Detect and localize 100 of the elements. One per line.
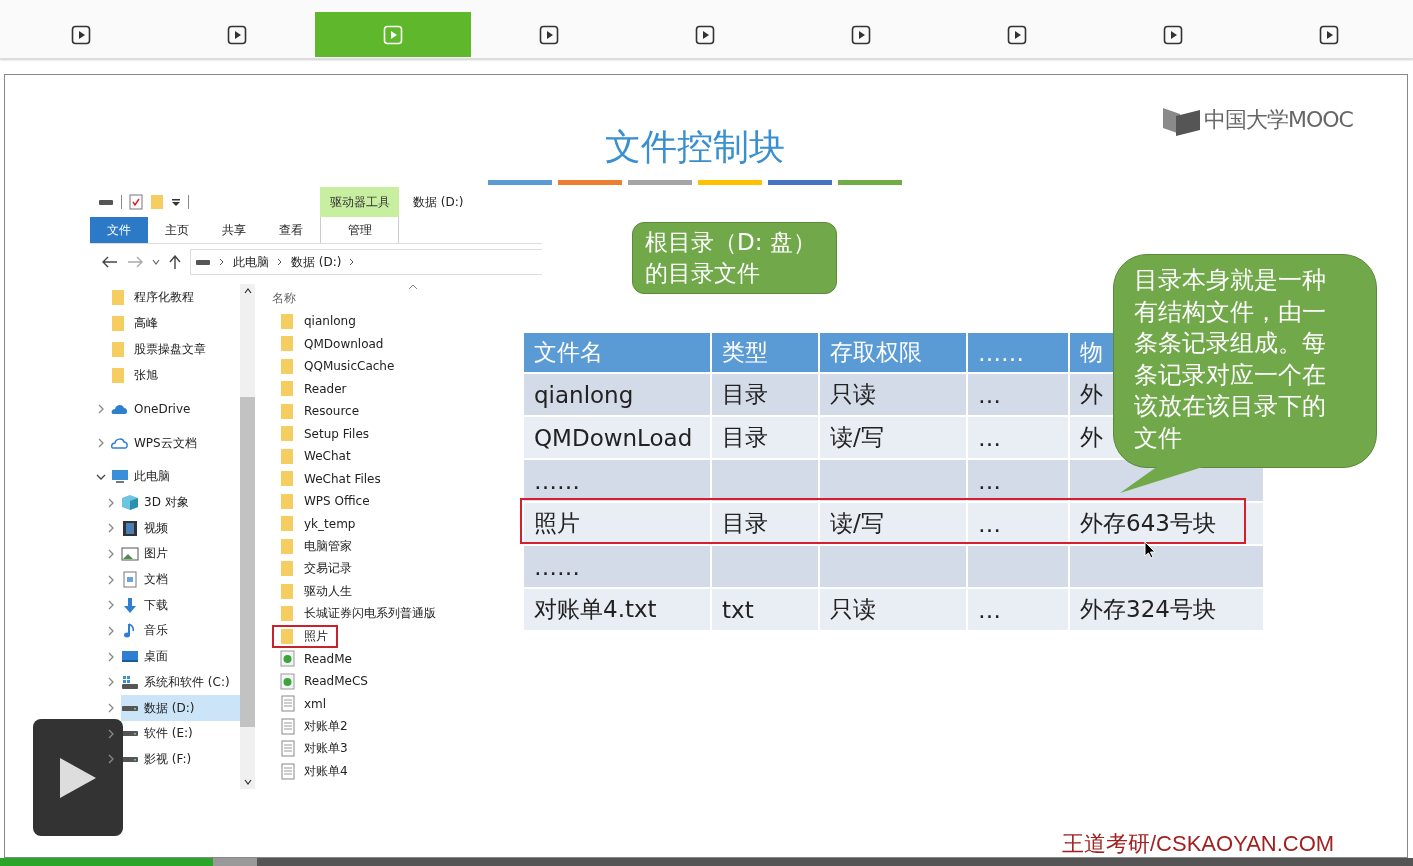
file-item[interactable]: WeChat Files [272, 467, 391, 490]
checklist-icon [129, 194, 143, 210]
nav-item[interactable]: 程序化教程 [111, 284, 240, 310]
breadcrumb[interactable]: 此电脑 [233, 253, 269, 271]
slide-title: 文件控制块 [604, 125, 786, 169]
table-cell: …… [523, 545, 711, 588]
table-cell: 读/写 [819, 416, 967, 459]
chevron-right-icon [349, 258, 356, 266]
film-icon [121, 519, 139, 537]
file-item[interactable]: ReadMeCS [272, 670, 378, 693]
nav-item[interactable]: 数据 (D:) [121, 695, 240, 721]
chevron-right-icon[interactable] [107, 651, 115, 662]
ribbon-tab[interactable]: 查看 [262, 217, 319, 243]
chevron-right-icon[interactable] [107, 497, 115, 508]
up-arrow-icon [169, 255, 181, 269]
table-cell: … [967, 588, 1069, 631]
drive-icon [121, 755, 139, 763]
nav-item[interactable]: 下载 [121, 592, 240, 619]
file-item[interactable]: 交易记录 [272, 557, 362, 580]
chevron-down-icon[interactable] [96, 472, 106, 481]
nav-item[interactable]: 3D 对象 [121, 489, 240, 516]
file-item[interactable]: Resource [272, 400, 370, 423]
nav-item[interactable]: 高峰 [111, 310, 240, 336]
ribbon-tab[interactable]: 文件 [90, 217, 148, 243]
nav-item[interactable]: 桌面 [121, 643, 240, 670]
nav-item[interactable]: 此电脑 [111, 464, 240, 490]
file-item[interactable]: WPS Office [272, 490, 380, 513]
scrollbar[interactable] [240, 284, 255, 789]
nav-item[interactable]: 股票操盘文章 [111, 336, 240, 362]
monitor-icon [111, 468, 129, 486]
file-item[interactable]: Setup Files [272, 422, 380, 445]
ribbon-tab[interactable]: 管理 [320, 217, 399, 243]
file-item[interactable]: yk_temp [272, 512, 366, 535]
drive-icon [98, 197, 114, 207]
chevron-right-icon[interactable] [107, 600, 115, 611]
text-file-icon [280, 740, 298, 758]
play-icon [227, 24, 247, 45]
file-item[interactable]: 对账单4 [272, 760, 358, 783]
drive-icon [121, 704, 139, 712]
scrollbar-thumb[interactable] [240, 396, 255, 727]
file-item[interactable]: 照片 [272, 625, 338, 648]
table-cell: 目录 [711, 416, 819, 459]
play-icon [851, 24, 871, 45]
cube-icon [121, 494, 139, 512]
text-file-icon [280, 762, 298, 780]
table-cell: QMDownLoad [523, 416, 711, 459]
chevron-right-icon[interactable] [107, 523, 115, 534]
chevron-right-icon[interactable] [107, 548, 115, 559]
chevron-down-icon [152, 258, 160, 266]
column-header[interactable]: 名称 [272, 290, 296, 307]
nav-item[interactable]: 软件 (E:) [121, 720, 240, 747]
progress-track[interactable] [0, 858, 1413, 866]
play-icon [58, 755, 98, 800]
chevron-right-icon [277, 258, 283, 266]
chevron-right-icon[interactable] [107, 625, 115, 636]
nav-item[interactable]: 系统和软件 (C:) [121, 669, 240, 696]
play-button[interactable] [33, 719, 123, 836]
chevron-right-icon[interactable] [107, 677, 115, 688]
file-item[interactable]: 长城证券闪电系列普通版 [272, 602, 446, 625]
nav-item[interactable]: 图片 [121, 541, 240, 567]
file-item[interactable]: QMDownload [272, 332, 394, 355]
file-item[interactable]: 对账单3 [272, 737, 358, 760]
table-cell: … [967, 373, 1069, 416]
nav-item[interactable]: OneDrive [111, 396, 240, 422]
file-item[interactable]: 驱动人生 [272, 580, 362, 603]
ribbon-tab[interactable]: 主页 [148, 217, 205, 243]
file-item[interactable]: 对账单2 [272, 715, 358, 738]
play-icon [1007, 24, 1027, 45]
file-item[interactable]: xml [272, 692, 337, 715]
file-item[interactable]: QQMusicCache [272, 355, 405, 378]
nav-item[interactable]: 视频 [121, 515, 240, 542]
nav-item[interactable]: WPS云文档 [111, 430, 240, 456]
ribbon-tab[interactable]: 共享 [205, 217, 262, 243]
play-icon [1163, 24, 1183, 45]
scroll-up-icon [243, 288, 252, 294]
column-header: 文件名 [523, 332, 711, 373]
play-icon [695, 24, 715, 45]
table-cell: txt [711, 588, 819, 631]
sort-caret-icon [408, 284, 418, 290]
window-title: 数据 (D:) [413, 193, 464, 211]
drive-icon [121, 673, 139, 691]
text-file-icon [280, 717, 298, 735]
chevron-right-icon[interactable] [97, 438, 105, 448]
file-item[interactable]: 电脑管家 [272, 535, 362, 558]
chevron-right-icon[interactable] [107, 703, 115, 714]
nav-item[interactable]: 音乐 [121, 618, 240, 644]
nav-item[interactable]: 影视 (F:) [121, 746, 240, 773]
nav-item[interactable]: 文档 [121, 566, 240, 593]
down-arrow-icon [121, 596, 139, 614]
play-icon [383, 24, 403, 45]
chevron-right-icon[interactable] [107, 574, 115, 585]
file-item[interactable]: Reader [272, 377, 357, 400]
nav-item[interactable]: 张旭 [111, 362, 240, 388]
file-item[interactable]: qianlong [272, 310, 366, 333]
column-header: 存取权限 [819, 332, 967, 373]
chevron-right-icon[interactable] [97, 404, 105, 414]
file-item[interactable]: ReadMe [272, 647, 362, 670]
file-item[interactable]: WeChat [272, 445, 361, 468]
address-bar[interactable]: 此电脑 数据 (D:) [190, 249, 542, 275]
breadcrumb[interactable]: 数据 (D:) [291, 253, 342, 271]
